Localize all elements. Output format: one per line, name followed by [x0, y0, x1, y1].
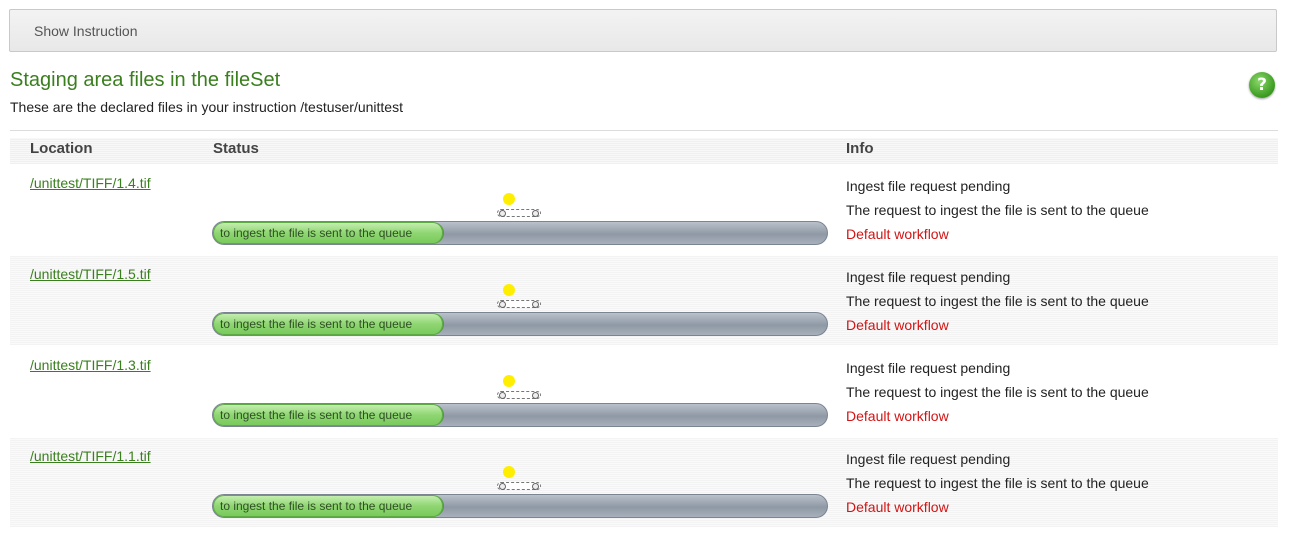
progress-text: to ingest the file is sent to the queue [220, 408, 413, 422]
info-message: The request to ingest the file is sent t… [846, 293, 1149, 309]
workflow-link[interactable]: Default workflow [846, 499, 949, 515]
queue-conveyor-icon [497, 300, 541, 308]
table-row: /unittest/TIFF/1.4.tif to ingest the fil… [10, 165, 1278, 254]
column-header-location: Location [30, 140, 93, 157]
info-message: The request to ingest the file is sent t… [846, 475, 1149, 491]
progress-text: to ingest the file is sent to the queue [220, 499, 413, 513]
info-status: Ingest file request pending [846, 269, 1011, 285]
activity-indicator-icon [503, 466, 515, 478]
ingest-progress-bar: to ingest the file is sent to the queue [212, 221, 828, 245]
ingest-progress-bar: to ingest the file is sent to the queue [212, 494, 828, 518]
page-title: Staging area files in the fileSet [10, 69, 281, 91]
ingest-progress-bar: to ingest the file is sent to the queue [212, 403, 828, 427]
workflow-link[interactable]: Default workflow [846, 317, 949, 333]
queue-conveyor-icon [497, 391, 541, 399]
page-subtitle: These are the declared files in your ins… [10, 99, 403, 115]
file-location-link[interactable]: /unittest/TIFF/1.1.tif [30, 448, 151, 464]
activity-indicator-icon [503, 375, 515, 387]
show-instruction-label: Show Instruction [34, 23, 138, 39]
ingest-progress-bar: to ingest the file is sent to the queue [212, 312, 828, 336]
table-row: /unittest/TIFF/1.3.tif to ingest the fil… [10, 347, 1278, 436]
help-icon[interactable]: ? [1249, 72, 1275, 98]
table-header: Location Status Info [10, 138, 1278, 164]
divider [10, 130, 1278, 131]
file-location-link[interactable]: /unittest/TIFF/1.4.tif [30, 175, 151, 191]
info-message: The request to ingest the file is sent t… [846, 202, 1149, 218]
file-location-link[interactable]: /unittest/TIFF/1.5.tif [30, 266, 151, 282]
queue-conveyor-icon [497, 209, 541, 217]
info-status: Ingest file request pending [846, 360, 1011, 376]
table-row: /unittest/TIFF/1.5.tif to ingest the fil… [10, 256, 1278, 345]
table-row: /unittest/TIFF/1.1.tif to ingest the fil… [10, 438, 1278, 527]
column-header-status: Status [213, 140, 259, 157]
workflow-link[interactable]: Default workflow [846, 226, 949, 242]
workflow-link[interactable]: Default workflow [846, 408, 949, 424]
activity-indicator-icon [503, 193, 515, 205]
info-message: The request to ingest the file is sent t… [846, 384, 1149, 400]
info-status: Ingest file request pending [846, 451, 1011, 467]
info-status: Ingest file request pending [846, 178, 1011, 194]
queue-conveyor-icon [497, 482, 541, 490]
show-instruction-bar[interactable]: Show Instruction [9, 9, 1277, 52]
activity-indicator-icon [503, 284, 515, 296]
progress-text: to ingest the file is sent to the queue [220, 317, 413, 331]
file-location-link[interactable]: /unittest/TIFF/1.3.tif [30, 357, 151, 373]
progress-text: to ingest the file is sent to the queue [220, 226, 413, 240]
column-header-info: Info [846, 140, 874, 157]
